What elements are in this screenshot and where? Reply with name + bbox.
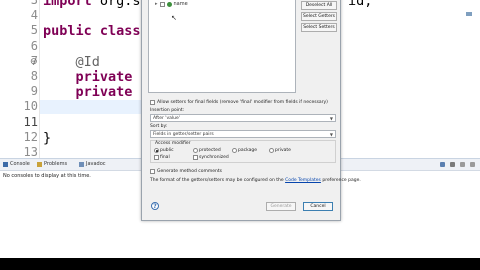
sort-by-value: Fields in getter/setter pairs xyxy=(153,131,214,137)
sort-by-select[interactable]: Fields in getter/setter pairs ▼ xyxy=(150,130,336,138)
chevron-down-icon: ▼ xyxy=(329,116,333,121)
line-number: 9 xyxy=(30,84,38,99)
synchronized-checkbox[interactable] xyxy=(193,155,198,160)
line-number-gutter: 3 4 5 6 7 ⊖ 8 9 10 11 12 13 xyxy=(0,0,40,158)
final-checkbox-item[interactable]: final xyxy=(154,155,170,160)
screen-bottom-band xyxy=(0,258,480,270)
code-line: import org.spr xyxy=(43,0,157,9)
fields-tree[interactable]: ▸ name ↖ xyxy=(148,0,296,93)
chevron-down-icon: ▼ xyxy=(329,132,333,137)
mouse-cursor-icon: ↖ xyxy=(171,14,177,22)
keyword-token: import xyxy=(43,0,100,9)
keyword-token: private xyxy=(43,69,141,85)
help-icon[interactable]: ? xyxy=(151,202,159,210)
code-line: private St xyxy=(43,69,157,85)
radio-private[interactable]: private xyxy=(269,148,291,153)
line-number: 12 xyxy=(23,129,38,144)
cancel-button[interactable]: Cancel xyxy=(303,202,333,211)
line-number: 11 xyxy=(23,114,38,129)
overview-ruler-marker xyxy=(466,12,472,16)
editor-right-area: id; xyxy=(336,0,480,158)
radio-protected-label: protected xyxy=(199,148,221,153)
annotation-token: @Id xyxy=(43,53,100,70)
synchronized-checkbox-item[interactable]: synchronized xyxy=(193,155,229,160)
keyword-token: public xyxy=(43,23,100,40)
format-info-text: The format of the getters/setters may be… xyxy=(150,178,361,183)
generate-comments-label: Generate method comments xyxy=(157,169,222,174)
radio-package-label: package xyxy=(238,148,257,153)
console-icon xyxy=(3,161,8,167)
deselect-all-button[interactable]: Deselect All xyxy=(301,1,337,10)
view-menu-icon[interactable] xyxy=(450,162,455,167)
keyword-token: private xyxy=(43,84,141,101)
line-number: 8 xyxy=(30,69,38,83)
access-modifier-label: Access modifier xyxy=(154,141,192,146)
line-number: 6 xyxy=(30,38,38,53)
radio-button[interactable] xyxy=(232,148,237,153)
line-number: 3 xyxy=(30,0,38,7)
tab-javadoc-label: Javadoc xyxy=(86,161,106,167)
problems-icon xyxy=(37,161,42,167)
expand-arrow-icon[interactable]: ▸ xyxy=(155,1,158,7)
code-line: private in xyxy=(43,84,157,100)
fold-icon[interactable]: ⊖ xyxy=(30,57,38,67)
tab-javadoc[interactable]: Javadoc xyxy=(79,161,106,167)
code-token: } xyxy=(43,129,52,146)
minimize-icon[interactable] xyxy=(460,162,465,167)
insertion-point-value: After 'value' xyxy=(153,115,181,121)
tab-console-label: Console xyxy=(10,161,30,167)
radio-button[interactable] xyxy=(154,148,159,153)
tree-item-label: name xyxy=(173,1,188,7)
line-number: 10 xyxy=(23,99,38,114)
generate-button[interactable]: Generate xyxy=(266,202,296,211)
code-fragment: id; xyxy=(348,0,373,9)
tree-item[interactable]: ▸ name xyxy=(155,1,188,7)
generate-comments-checkbox[interactable] xyxy=(150,169,155,174)
radio-private-label: private xyxy=(275,148,291,153)
select-setters-button[interactable]: Select Setters xyxy=(301,23,337,32)
tab-problems-label: Problems xyxy=(44,161,68,167)
insertion-point-select[interactable]: After 'value' ▼ xyxy=(150,114,336,122)
insertion-point-label: Insertion point: xyxy=(150,108,185,113)
tree-item-checkbox[interactable] xyxy=(159,1,165,7)
code-line: @Id xyxy=(43,54,100,70)
radio-public-label: public xyxy=(160,148,174,153)
synchronized-label: synchronized xyxy=(199,155,229,160)
line-number: 4 xyxy=(30,8,38,23)
line-number: 13 xyxy=(23,145,38,158)
format-text-before: The format of the getters/setters may be… xyxy=(150,178,286,183)
code-line: } xyxy=(43,130,51,146)
allow-setters-checkbox[interactable] xyxy=(150,100,155,105)
sort-by-label: Sort by: xyxy=(150,124,168,129)
new-console-icon[interactable] xyxy=(440,162,445,167)
field-icon xyxy=(166,1,172,7)
radio-package[interactable]: package xyxy=(232,148,257,153)
generate-getters-setters-dialog: ▸ name ↖ Deselect All Select Getters Sel… xyxy=(141,0,361,221)
javadoc-icon xyxy=(79,161,84,167)
final-label: final xyxy=(160,155,170,160)
final-checkbox[interactable] xyxy=(154,155,159,160)
select-getters-button[interactable]: Select Getters xyxy=(301,12,337,21)
console-message: No consoles to display at this time. xyxy=(3,173,91,179)
line-number: 5 xyxy=(30,23,38,38)
maximize-icon[interactable] xyxy=(470,162,475,167)
tab-console[interactable]: Console xyxy=(3,161,30,167)
tab-problems[interactable]: Problems xyxy=(37,161,67,167)
access-modifier-group: Access modifier public protected package… xyxy=(150,140,336,163)
allow-setters-label: Allow setters for final fields (remove '… xyxy=(157,100,328,105)
radio-button[interactable] xyxy=(193,148,198,153)
radio-button[interactable] xyxy=(269,148,274,153)
code-templates-link[interactable]: Code Templates xyxy=(285,178,321,183)
radio-public[interactable]: public xyxy=(154,148,174,153)
format-text-after: preference page. xyxy=(320,178,361,183)
radio-protected[interactable]: protected xyxy=(193,148,221,153)
